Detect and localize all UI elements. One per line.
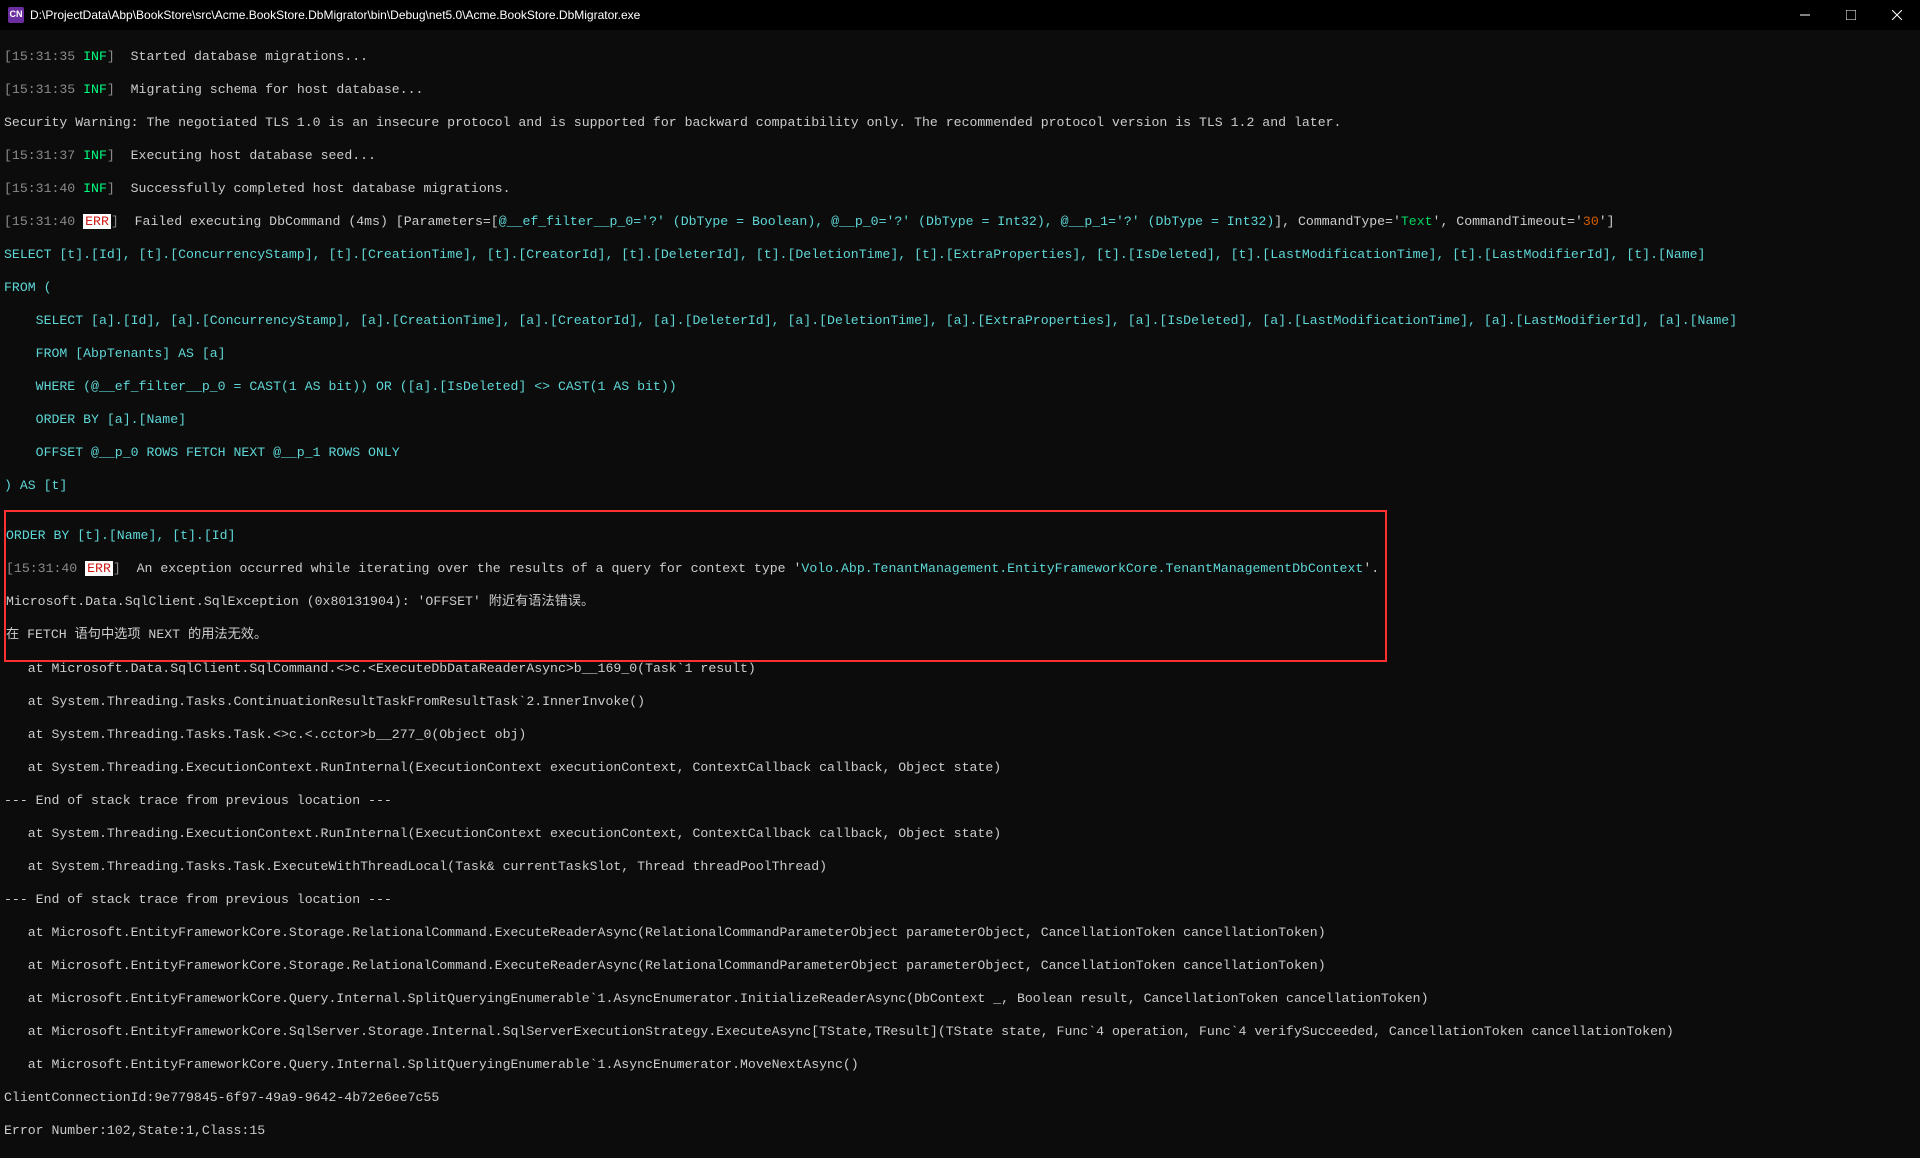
log-line-error: [15:31:40 ERR] Failed executing DbComman… [4, 214, 1916, 231]
stack-trace-line: at Microsoft.EntityFrameworkCore.Query.I… [4, 1057, 1916, 1074]
stack-trace-line: at System.Threading.ExecutionContext.Run… [4, 760, 1916, 777]
error-number: Error Number:102,State:1,Class:15 [4, 1123, 1916, 1140]
log-line-security-warning: Security Warning: The negotiated TLS 1.0… [4, 115, 1916, 132]
stack-trace-line: at System.Threading.Tasks.ContinuationRe… [4, 694, 1916, 711]
stack-trace-line: at Microsoft.EntityFrameworkCore.SqlServ… [4, 1024, 1916, 1041]
stack-trace-line: at System.Threading.Tasks.Task.<>c.<.cct… [4, 727, 1916, 744]
title-bar: CN D:\ProjectData\Abp\BookStore\src\Acme… [0, 0, 1920, 30]
sql-line: OFFSET @__p_0 ROWS FETCH NEXT @__p_1 ROW… [4, 445, 1916, 462]
sql-line: WHERE (@__ef_filter__p_0 = CAST(1 AS bit… [4, 379, 1916, 396]
log-line: [15:31:37 INF] Executing host database s… [4, 148, 1916, 165]
stack-trace-line: at System.Threading.ExecutionContext.Run… [4, 826, 1916, 843]
sql-line: SELECT [a].[Id], [a].[ConcurrencyStamp],… [4, 313, 1916, 330]
sql-line: FROM ( [4, 280, 1916, 297]
error-badge: ERR [83, 214, 111, 229]
stack-trace-separator: --- End of stack trace from previous loc… [4, 793, 1916, 810]
app-icon: CN [8, 7, 24, 23]
exception-detail: 在 FETCH 语句中选项 NEXT 的用法无效。 [6, 627, 1379, 644]
window-controls [1782, 0, 1920, 30]
stack-trace-line: at System.Threading.Tasks.Task.ExecuteWi… [4, 859, 1916, 876]
sql-line: ORDER BY [t].[Name], [t].[Id] [6, 528, 1379, 545]
stack-trace-separator: --- End of stack trace from previous loc… [4, 892, 1916, 909]
stack-trace-line: at Microsoft.EntityFrameworkCore.Query.I… [4, 991, 1916, 1008]
window-title: D:\ProjectData\Abp\BookStore\src\Acme.Bo… [30, 8, 640, 23]
terminal-output[interactable]: [15:31:35 INF] Started database migratio… [0, 30, 1920, 1158]
client-connection-id: ClientConnectionId:9e779845-6f97-49a9-96… [4, 1090, 1916, 1107]
stack-trace-line: at Microsoft.Data.SqlClient.SqlCommand.<… [4, 661, 1916, 678]
minimize-button[interactable] [1782, 0, 1828, 30]
stack-trace-line: at Microsoft.EntityFrameworkCore.Storage… [4, 925, 1916, 942]
close-button[interactable] [1874, 0, 1920, 30]
exception-detail: Microsoft.Data.SqlClient.SqlException (0… [6, 594, 1379, 611]
log-line-exception: [15:31:40 ERR] An exception occurred whi… [6, 561, 1379, 578]
sql-line: SELECT [t].[Id], [t].[ConcurrencyStamp],… [4, 247, 1916, 264]
sql-line: FROM [AbpTenants] AS [a] [4, 346, 1916, 363]
log-line: [15:31:35 INF] Started database migratio… [4, 49, 1916, 66]
error-highlight-box: ORDER BY [t].[Name], [t].[Id] [15:31:40 … [4, 510, 1387, 663]
log-line: [15:31:40 INF] Successfully completed ho… [4, 181, 1916, 198]
sql-line: ORDER BY [a].[Name] [4, 412, 1916, 429]
stack-trace-line: at Microsoft.EntityFrameworkCore.Storage… [4, 958, 1916, 975]
maximize-button[interactable] [1828, 0, 1874, 30]
error-badge: ERR [85, 561, 113, 576]
log-line: [15:31:35 INF] Migrating schema for host… [4, 82, 1916, 99]
sql-line: ) AS [t] [4, 478, 1916, 495]
